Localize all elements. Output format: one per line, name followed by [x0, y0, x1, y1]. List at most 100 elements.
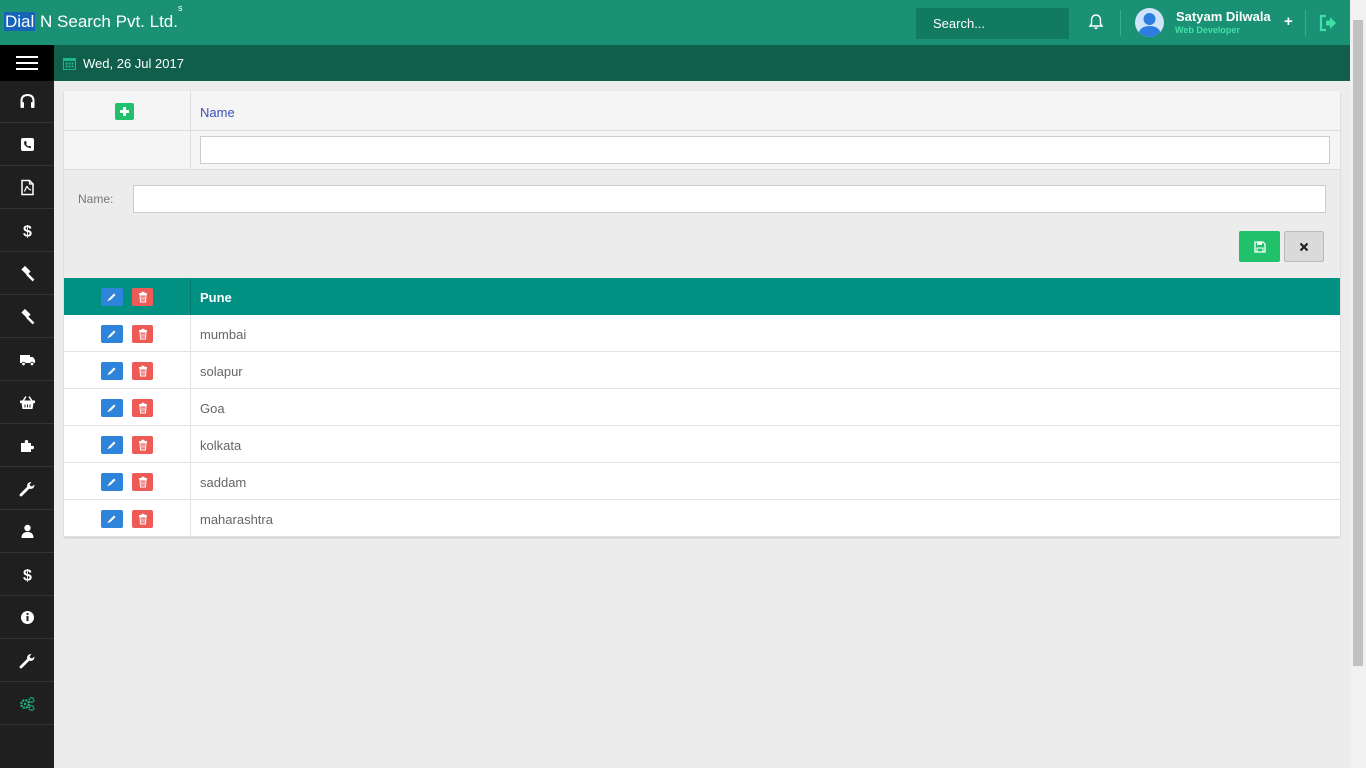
add-button[interactable]: [115, 103, 134, 120]
search-input[interactable]: [916, 8, 1069, 39]
headset-icon: [20, 93, 34, 108]
sidebar-item-shop[interactable]: [0, 382, 54, 424]
trash-icon: [138, 328, 147, 340]
trash-icon: [138, 365, 147, 377]
trash-icon: [138, 402, 147, 414]
pencil-icon: [107, 330, 116, 339]
delete-button[interactable]: [132, 473, 153, 491]
table-row[interactable]: Goa: [64, 389, 1340, 426]
top-header: Dial N Search Pvt. Ltd.s Satyam Dilwala …: [0, 0, 1350, 45]
sidebar-item-pdf[interactable]: [0, 167, 54, 209]
trash-icon: [138, 291, 147, 303]
sidebar-item-maintenance[interactable]: [0, 640, 54, 682]
phone-icon: [20, 138, 34, 151]
sidebar-item-legal[interactable]: [0, 253, 54, 295]
sidebar-item-tools[interactable]: [0, 468, 54, 510]
sidebar-item-payments[interactable]: $: [0, 554, 54, 596]
svg-text:$: $: [23, 224, 32, 240]
data-grid: Name Name: Pune mumbai solapur Goa kolkata sa…: [64, 91, 1340, 537]
scrollbar-thumb[interactable]: [1353, 20, 1363, 666]
brand-highlight: Dial: [4, 12, 36, 31]
sidebar-item-settings[interactable]: [0, 683, 54, 725]
delete-button[interactable]: [132, 399, 153, 417]
name-field[interactable]: [133, 185, 1326, 213]
user-avatar-icon: [1138, 13, 1161, 37]
edit-button[interactable]: [101, 399, 123, 417]
sidebar-item-info[interactable]: [0, 597, 54, 639]
page-scrollbar[interactable]: [1350, 0, 1366, 768]
bell-icon[interactable]: [1087, 13, 1105, 31]
save-button[interactable]: [1239, 231, 1280, 262]
sidebar-item-auction[interactable]: [0, 296, 54, 338]
sidebar-item-calls[interactable]: [0, 124, 54, 166]
edit-button[interactable]: [101, 510, 123, 528]
avatar[interactable]: [1135, 8, 1164, 37]
cell-name: Goa: [200, 401, 225, 416]
edit-button[interactable]: [101, 473, 123, 491]
dollar-icon: $: [23, 224, 32, 240]
dollar-icon: $: [23, 568, 32, 584]
pdf-file-icon: [20, 179, 34, 196]
cancel-button[interactable]: [1284, 231, 1324, 262]
cell-name: solapur: [200, 364, 243, 379]
name-filter-input[interactable]: [200, 136, 1330, 164]
user-name[interactable]: Satyam Dilwala: [1176, 9, 1271, 24]
info-icon: [20, 611, 34, 624]
table-row[interactable]: Pune: [64, 278, 1340, 315]
calendar-icon: [63, 58, 76, 70]
column-header-name[interactable]: Name: [200, 105, 235, 120]
brand-logo[interactable]: Dial N Search Pvt. Ltd.s: [4, 3, 182, 32]
close-icon: [1299, 242, 1309, 251]
sidebar-item-finance[interactable]: $: [0, 210, 54, 252]
grid-filter-row: [64, 131, 1340, 170]
user-role: Web Developer: [1175, 25, 1240, 35]
name-label: Name:: [78, 192, 114, 206]
logout-icon[interactable]: [1318, 13, 1338, 33]
sidebar-item-delivery[interactable]: [0, 339, 54, 381]
pencil-icon: [107, 515, 116, 524]
pencil-icon: [107, 478, 116, 487]
edit-button[interactable]: [101, 436, 123, 454]
save-icon: [1253, 240, 1266, 253]
brand-name: N Search Pvt. Ltd.: [35, 12, 178, 31]
truck-icon: [19, 355, 35, 367]
current-date: Wed, 26 Jul 2017: [83, 56, 184, 71]
table-row[interactable]: saddam: [64, 463, 1340, 500]
table-row[interactable]: maharashtra: [64, 500, 1340, 537]
table-row[interactable]: solapur: [64, 352, 1340, 389]
delete-button[interactable]: [132, 362, 153, 380]
date-bar: Wed, 26 Jul 2017: [54, 45, 1350, 81]
cell-name: Pune: [200, 290, 232, 305]
trash-icon: [138, 476, 147, 488]
sidebar-item-modules[interactable]: [0, 425, 54, 467]
delete-button[interactable]: [132, 288, 153, 306]
edit-form: Name:: [64, 170, 1340, 278]
edit-button[interactable]: [101, 288, 123, 306]
pencil-icon: [107, 367, 116, 376]
sidebar: $ $: [0, 45, 54, 768]
edit-button[interactable]: [101, 325, 123, 343]
header-divider: [1120, 10, 1121, 36]
sidebar-item-users[interactable]: [0, 511, 54, 553]
svg-text:$: $: [23, 568, 32, 584]
cell-name: saddam: [200, 475, 247, 490]
sidebar-item-support[interactable]: [0, 81, 54, 123]
plus-icon[interactable]: +: [1284, 13, 1293, 30]
puzzle-icon: [20, 440, 34, 452]
hamburger-menu-icon[interactable]: [0, 45, 54, 81]
gavel-icon: [20, 265, 34, 282]
delete-button[interactable]: [132, 436, 153, 454]
trash-icon: [138, 439, 147, 451]
pencil-icon: [107, 441, 116, 450]
cell-name: maharashtra: [200, 512, 273, 527]
gears-icon: [19, 696, 35, 712]
edit-button[interactable]: [101, 362, 123, 380]
gavel-icon: [20, 308, 34, 325]
trash-icon: [138, 513, 147, 525]
table-row[interactable]: mumbai: [64, 315, 1340, 352]
brand-superscript: s: [177, 3, 183, 14]
grid-header-row: Name: [64, 91, 1340, 131]
table-row[interactable]: kolkata: [64, 426, 1340, 463]
delete-button[interactable]: [132, 510, 153, 528]
delete-button[interactable]: [132, 325, 153, 343]
